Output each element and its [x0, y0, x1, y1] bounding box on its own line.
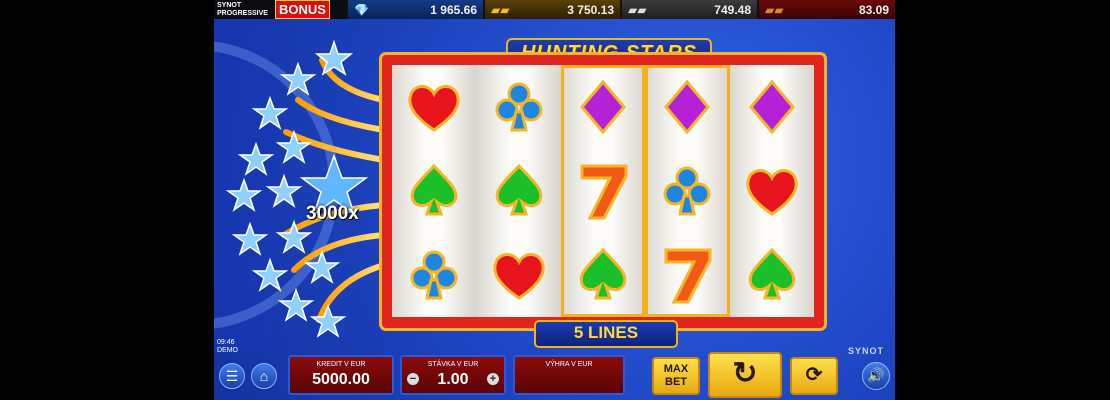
- reel-cell: [730, 149, 814, 233]
- silver-bars-icon: ▰▰: [628, 2, 647, 17]
- menu-button[interactable]: ☰: [219, 363, 245, 389]
- reel-cell: [730, 65, 814, 149]
- shooting-stars-fan: [214, 20, 387, 350]
- game-screen: SYNOT PROGRESSIVE BONUS 💎 1 965.66 ▰▰ 3 …: [214, 0, 895, 400]
- gold-bars-icon: ▰▰: [491, 2, 510, 17]
- brand-line2: PROGRESSIVE: [217, 9, 268, 17]
- club-icon: [495, 82, 543, 132]
- jackpot-value: 83.09: [858, 2, 889, 17]
- speaker-icon: 🔊: [867, 367, 885, 383]
- reel-cell: [645, 233, 729, 317]
- reel-cell: [476, 149, 560, 233]
- heart-icon: [408, 85, 460, 132]
- reel-cell: [561, 149, 645, 233]
- reel-cell: [645, 65, 729, 149]
- seven-icon: [580, 164, 628, 220]
- spade-icon: [410, 163, 458, 216]
- jackpot-silver: ▰▰ 749.48: [620, 0, 757, 19]
- seven-icon: [664, 248, 712, 304]
- reel-cell: [645, 149, 729, 233]
- hamburger-icon: ☰: [225, 368, 239, 384]
- reel-5: [729, 65, 814, 317]
- credit-panel: KREDIT V EUR 5000.00: [288, 355, 394, 395]
- jackpot-value: 3 750.13: [567, 2, 614, 17]
- spade-icon: [579, 247, 627, 300]
- heart-icon: [493, 253, 545, 300]
- club-icon: [663, 166, 711, 216]
- synot-brand: SYNOT: [848, 346, 885, 356]
- reel-cell: [561, 65, 645, 149]
- diamond-icon: 💎: [354, 2, 369, 17]
- jackpot-bronze: ▰▰ 83.09: [757, 0, 895, 19]
- reel-cell: [392, 233, 476, 317]
- jackpot-gold: ▰▰ 3 750.13: [483, 0, 620, 19]
- credit-label: KREDIT V EUR: [316, 361, 366, 368]
- reel-1: [392, 65, 477, 317]
- jackpot-value: 749.48: [714, 2, 751, 17]
- progressive-bar: SYNOT PROGRESSIVE BONUS 💎 1 965.66 ▰▰ 3 …: [214, 0, 895, 19]
- reels: [392, 65, 814, 317]
- bronze-bars-icon: ▰▰: [765, 2, 784, 17]
- synot-progressive-logo: SYNOT PROGRESSIVE BONUS: [214, 0, 346, 19]
- jackpot-value: 1 965.66: [430, 2, 477, 17]
- demo-label: DEMO: [217, 347, 238, 354]
- heart-icon: [746, 169, 798, 216]
- max-bet-button[interactable]: MAX BET: [652, 357, 700, 395]
- autoplay-button[interactable]: ⟳: [790, 357, 838, 395]
- lines-label: 5 LINES: [534, 320, 678, 348]
- reel-cell: [392, 149, 476, 233]
- reel-4: [645, 65, 730, 317]
- win-panel: VÝHRA V EUR: [513, 355, 625, 395]
- reel-cell: [561, 233, 645, 317]
- right-bezel: [895, 0, 1110, 400]
- club-icon: [410, 250, 458, 300]
- bonus-badge: BONUS: [275, 0, 330, 19]
- bet-panel: STÁVKA V EUR 1.00 − +: [400, 355, 506, 395]
- reel-2: [476, 65, 561, 317]
- home-icon: ⌂: [259, 368, 269, 384]
- bet-label: STÁVKA V EUR: [427, 361, 479, 368]
- credit-value: 5000.00: [312, 371, 370, 388]
- brand-line1: SYNOT: [217, 1, 242, 9]
- autoplay-icon: ⟳: [805, 364, 823, 386]
- diamond-icon: [580, 79, 626, 135]
- reel-cell: [476, 65, 560, 149]
- spin-arrow-icon: ↻: [732, 357, 758, 390]
- reel-cell: [476, 233, 560, 317]
- bet-increase-button[interactable]: +: [487, 373, 499, 385]
- reel-cell: [392, 65, 476, 149]
- diamond-icon: [664, 79, 711, 135]
- spade-icon: [495, 163, 542, 216]
- sound-button[interactable]: 🔊: [862, 362, 890, 390]
- bet-decrease-button[interactable]: −: [407, 373, 419, 385]
- reel-cell: [730, 233, 814, 317]
- home-button[interactable]: ⌂: [251, 363, 277, 389]
- clock: 09:46 DEMO: [217, 339, 238, 355]
- jackpot-diamond: 💎 1 965.66: [346, 0, 483, 19]
- diamond-icon: [748, 79, 795, 135]
- reel-3: [560, 65, 646, 317]
- spin-button[interactable]: ↻: [708, 352, 782, 398]
- left-bezel: [0, 0, 214, 400]
- win-label: VÝHRA V EUR: [545, 361, 593, 368]
- clock-time: 09:46: [217, 339, 235, 346]
- multiplier-label: 3000x: [306, 203, 359, 224]
- spade-icon: [748, 247, 796, 300]
